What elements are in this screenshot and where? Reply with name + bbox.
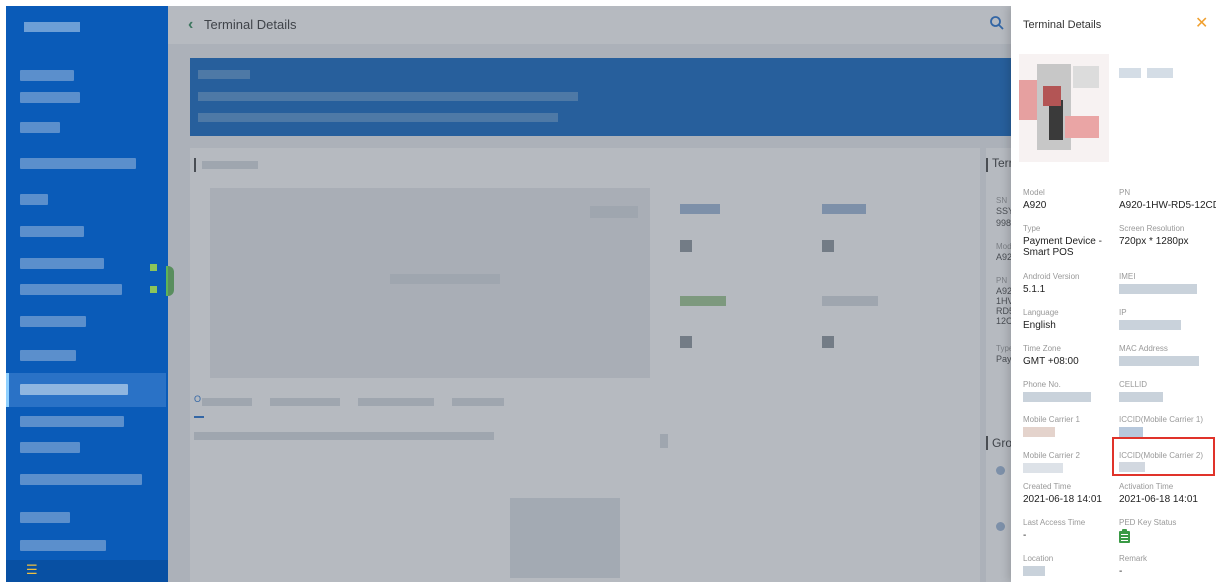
sidebar-item[interactable] — [20, 540, 106, 551]
sidebar-item[interactable] — [20, 442, 80, 453]
field-value-last-access-time: - — [1023, 530, 1027, 541]
field-label-mobile-carrier-1: Mobile Carrier 1 — [1023, 415, 1080, 424]
field-label-ip: IP — [1119, 308, 1127, 317]
field-label-mac-address: MAC Address — [1119, 344, 1168, 353]
sidebar-item[interactable] — [20, 92, 80, 103]
field-value-activation-time: 2021-06-18 14:01 — [1119, 494, 1198, 505]
field-label-location: Location — [1023, 554, 1054, 563]
field-label-mobile-carrier-2: Mobile Carrier 2 — [1023, 451, 1080, 460]
terminal-name — [1147, 68, 1173, 78]
field-value-created-time: 2021-06-18 14:01 — [1023, 494, 1102, 505]
field-label-screen-resolution: Screen Resolution — [1119, 224, 1185, 233]
sidebar-item[interactable] — [20, 158, 136, 169]
field-label-model: Model — [1023, 188, 1045, 197]
field-value-language: English — [1023, 320, 1056, 331]
terminal-details-drawer: Terminal Details ✕ Model A920 PN A920-1H… — [1011, 6, 1216, 582]
field-label-created-time: Created Time — [1023, 482, 1072, 491]
field-value-remark: - — [1119, 566, 1123, 577]
app-window: ☰ ‹ Terminal Details O Terr SN SSY 998 M… — [6, 6, 1216, 582]
clipboard-icon[interactable] — [1119, 529, 1130, 543]
field-label-type: Type — [1023, 224, 1041, 233]
field-value-model: A920 — [1023, 200, 1047, 211]
field-label-pn: PN — [1119, 188, 1131, 197]
field-label-ped-key-status: PED Key Status — [1119, 518, 1177, 527]
sidebar: ☰ — [6, 6, 168, 582]
highlight-box — [1112, 437, 1215, 476]
sidebar-item[interactable] — [20, 70, 74, 81]
field-label-android-version: Android Version — [1023, 272, 1080, 281]
sidebar-item[interactable] — [20, 350, 76, 361]
field-value-imei-redacted — [1119, 284, 1197, 294]
field-label-remark: Remark — [1119, 554, 1148, 563]
field-label-last-access-time: Last Access Time — [1023, 518, 1086, 527]
sidebar-item[interactable] — [20, 194, 48, 205]
sidebar-item[interactable] — [20, 258, 104, 269]
sidebar-footer: ☰ — [6, 560, 168, 582]
field-value-phone-redacted — [1023, 392, 1091, 402]
field-label-iccid-carrier-1: ICCID(Mobile Carrier 1) — [1119, 415, 1204, 424]
sidebar-item[interactable] — [20, 474, 142, 485]
field-value-location-redacted — [1023, 566, 1045, 576]
field-value-ip-redacted — [1119, 320, 1181, 330]
sidebar-indicator-dot — [150, 286, 157, 293]
field-value-android-version: 5.1.1 — [1023, 284, 1046, 295]
sidebar-item[interactable] — [20, 284, 122, 295]
field-label-time-zone: Time Zone — [1023, 344, 1061, 353]
field-value-carrier1-redacted — [1023, 427, 1055, 437]
field-label-cellid: CELLID — [1119, 380, 1148, 389]
sidebar-item[interactable] — [20, 512, 70, 523]
field-value-time-zone: GMT +08:00 — [1023, 356, 1079, 367]
hamburger-menu-icon[interactable]: ☰ — [26, 563, 38, 576]
field-value-pn: A920-1HW-RD5-12CD — [1119, 200, 1216, 211]
field-label-imei: IMEI — [1119, 272, 1136, 281]
field-value-cellid-redacted — [1119, 392, 1163, 402]
field-value-carrier2-redacted — [1023, 463, 1063, 473]
field-label-phone-no: Phone No. — [1023, 380, 1061, 389]
drawer-title: Terminal Details — [1023, 19, 1102, 31]
field-value-type-line2: Smart POS — [1023, 247, 1074, 258]
close-icon[interactable]: ✕ — [1195, 16, 1208, 32]
sidebar-active-indicator — [6, 373, 9, 407]
sidebar-item-active-label — [20, 384, 128, 395]
field-label-activation-time: Activation Time — [1119, 482, 1174, 491]
terminal-image — [1019, 54, 1109, 162]
field-label-language: Language — [1023, 308, 1059, 317]
sidebar-item[interactable] — [20, 122, 60, 133]
field-value-iccid1-redacted — [1119, 427, 1143, 437]
sidebar-item[interactable] — [20, 416, 124, 427]
field-value-type: Payment Device - — [1023, 236, 1102, 247]
sidebar-item[interactable] — [20, 226, 84, 237]
field-value-screen-resolution: 720px * 1280px — [1119, 236, 1189, 247]
sidebar-logo — [24, 22, 80, 32]
terminal-name — [1119, 68, 1141, 78]
sidebar-indicator-dot — [150, 264, 157, 271]
sidebar-item[interactable] — [20, 316, 86, 327]
field-value-mac-redacted — [1119, 356, 1199, 366]
